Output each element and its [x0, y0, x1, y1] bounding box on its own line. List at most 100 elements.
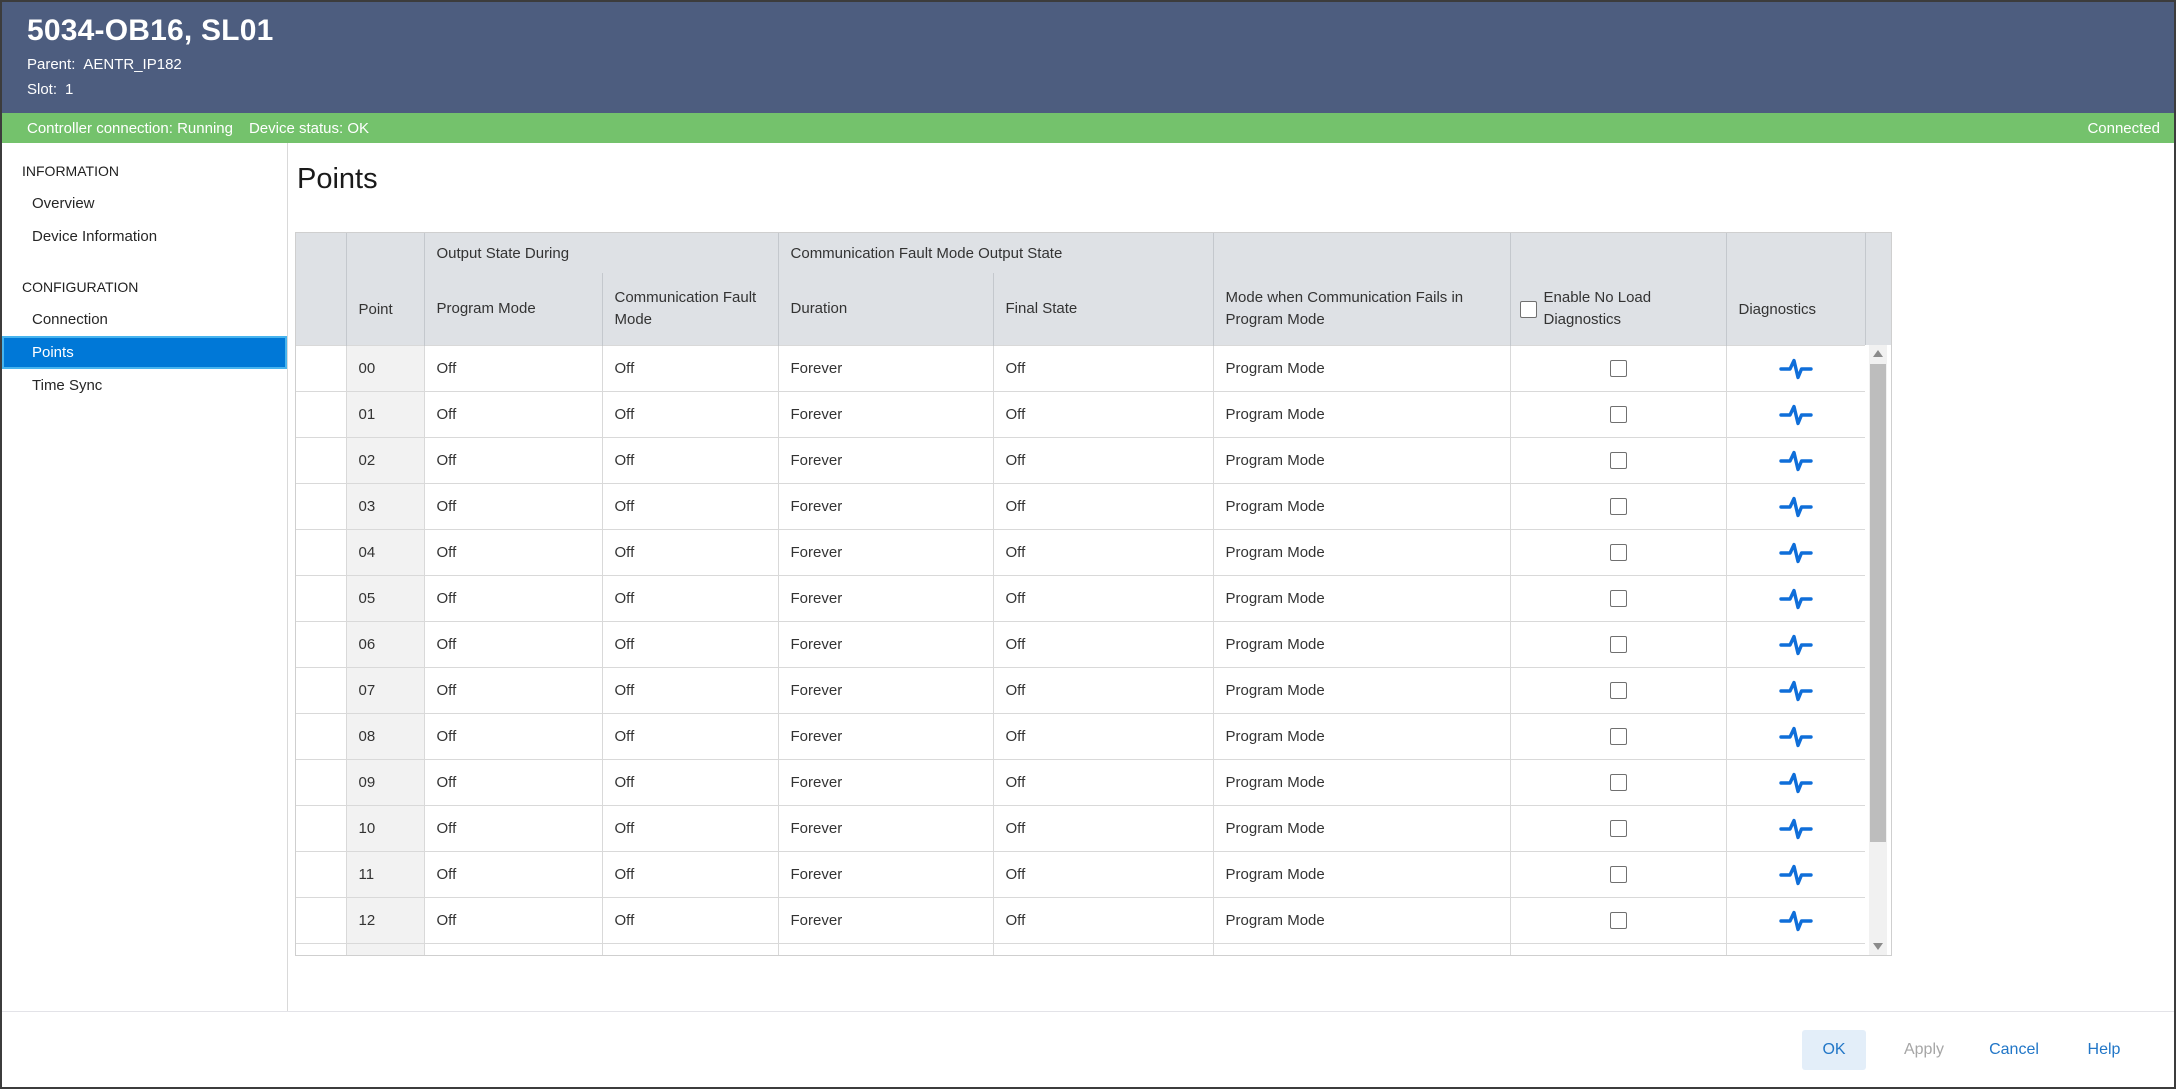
final-state-cell[interactable]: Off: [993, 622, 1213, 668]
scroll-down-button[interactable]: [1869, 938, 1887, 955]
mode-when-comm-fails-cell[interactable]: Program Mode: [1213, 530, 1510, 576]
mode-when-comm-fails-cell[interactable]: Program Mode: [1213, 392, 1510, 438]
duration-cell[interactable]: Forever: [778, 576, 993, 622]
final-state-cell[interactable]: Off: [993, 668, 1213, 714]
point-cell[interactable]: 09: [346, 760, 424, 806]
no-load-checkbox[interactable]: [1610, 360, 1627, 377]
point-cell[interactable]: 12: [346, 898, 424, 944]
mode-when-comm-fails-cell[interactable]: Program Mode: [1213, 346, 1510, 392]
row-selector-cell[interactable]: [296, 576, 346, 622]
diagnostics-icon[interactable]: [1779, 772, 1813, 794]
program-mode-cell[interactable]: Off: [424, 622, 602, 668]
diagnostics-icon[interactable]: [1779, 910, 1813, 932]
diagnostics-icon[interactable]: [1779, 588, 1813, 610]
comm-fault-mode-cell[interactable]: Off: [602, 346, 778, 392]
final-state-cell[interactable]: Off: [993, 346, 1213, 392]
duration-cell[interactable]: Forever: [778, 806, 993, 852]
mode-when-comm-fails-cell[interactable]: Program Mode: [1213, 806, 1510, 852]
no-load-checkbox[interactable]: [1610, 590, 1627, 607]
duration-cell[interactable]: Forever: [778, 714, 993, 760]
duration-cell[interactable]: Forever: [778, 622, 993, 668]
sidebar-item-time-sync[interactable]: Time Sync: [2, 369, 287, 402]
scrollbar-thumb[interactable]: [1870, 364, 1886, 842]
row-selector-cell[interactable]: [296, 392, 346, 438]
comm-fault-mode-cell[interactable]: Off: [602, 806, 778, 852]
program-mode-cell[interactable]: Off: [424, 852, 602, 898]
comm-fault-mode-cell[interactable]: Off: [602, 576, 778, 622]
no-load-checkbox[interactable]: [1610, 866, 1627, 883]
final-state-cell[interactable]: Off: [993, 392, 1213, 438]
program-mode-cell[interactable]: Off: [424, 346, 602, 392]
duration-cell[interactable]: Forever: [778, 898, 993, 944]
point-cell[interactable]: 08: [346, 714, 424, 760]
scrollbar-track[interactable]: [1869, 345, 1887, 955]
row-selector-cell[interactable]: [296, 806, 346, 852]
point-cell[interactable]: 11: [346, 852, 424, 898]
sidebar-item-connection[interactable]: Connection: [2, 303, 287, 336]
program-mode-cell[interactable]: Off: [424, 484, 602, 530]
comm-fault-mode-cell[interactable]: Off: [602, 668, 778, 714]
diagnostics-icon[interactable]: [1779, 956, 1813, 957]
program-mode-cell[interactable]: Off: [424, 760, 602, 806]
final-state-cell[interactable]: Off: [993, 852, 1213, 898]
comm-fault-mode-cell[interactable]: Off: [602, 622, 778, 668]
row-selector-cell[interactable]: [296, 530, 346, 576]
diagnostics-icon[interactable]: [1779, 450, 1813, 472]
no-load-checkbox[interactable]: [1610, 682, 1627, 699]
mode-when-comm-fails-cell[interactable]: Program Mode: [1213, 760, 1510, 806]
duration-cell[interactable]: Forever: [778, 760, 993, 806]
row-selector-cell[interactable]: [296, 438, 346, 484]
diagnostics-icon[interactable]: [1779, 634, 1813, 656]
diagnostics-icon[interactable]: [1779, 864, 1813, 886]
duration-cell[interactable]: Forever: [778, 852, 993, 898]
mode-when-comm-fails-cell[interactable]: Program Mode: [1213, 438, 1510, 484]
comm-fault-mode-cell[interactable]: Off: [602, 944, 778, 957]
program-mode-cell[interactable]: Off: [424, 944, 602, 957]
final-state-cell[interactable]: Off: [993, 438, 1213, 484]
no-load-checkbox[interactable]: [1610, 544, 1627, 561]
diagnostics-icon[interactable]: [1779, 496, 1813, 518]
final-state-cell[interactable]: Off: [993, 944, 1213, 957]
program-mode-cell[interactable]: Off: [424, 438, 602, 484]
no-load-checkbox[interactable]: [1610, 728, 1627, 745]
mode-when-comm-fails-cell[interactable]: Program Mode: [1213, 852, 1510, 898]
point-cell[interactable]: 03: [346, 484, 424, 530]
point-cell[interactable]: 07: [346, 668, 424, 714]
sidebar-item-overview[interactable]: Overview: [2, 187, 287, 220]
diagnostics-icon[interactable]: [1779, 358, 1813, 380]
mode-when-comm-fails-cell[interactable]: Program Mode: [1213, 576, 1510, 622]
diagnostics-icon[interactable]: [1779, 726, 1813, 748]
mode-when-comm-fails-cell[interactable]: Program Mode: [1213, 898, 1510, 944]
diagnostics-icon[interactable]: [1779, 542, 1813, 564]
row-selector-cell[interactable]: [296, 898, 346, 944]
row-selector-cell[interactable]: [296, 346, 346, 392]
diagnostics-icon[interactable]: [1779, 680, 1813, 702]
no-load-checkbox[interactable]: [1610, 820, 1627, 837]
program-mode-cell[interactable]: Off: [424, 576, 602, 622]
row-selector-cell[interactable]: [296, 668, 346, 714]
point-cell[interactable]: 02: [346, 438, 424, 484]
duration-cell[interactable]: Forever: [778, 944, 993, 957]
comm-fault-mode-cell[interactable]: Off: [602, 392, 778, 438]
duration-cell[interactable]: Forever: [778, 346, 993, 392]
duration-cell[interactable]: Forever: [778, 668, 993, 714]
final-state-cell[interactable]: Off: [993, 806, 1213, 852]
point-cell[interactable]: 06: [346, 622, 424, 668]
mode-when-comm-fails-cell[interactable]: Program Mode: [1213, 484, 1510, 530]
comm-fault-mode-cell[interactable]: Off: [602, 530, 778, 576]
program-mode-cell[interactable]: Off: [424, 530, 602, 576]
program-mode-cell[interactable]: Off: [424, 668, 602, 714]
no-load-checkbox[interactable]: [1610, 452, 1627, 469]
no-load-checkbox[interactable]: [1610, 498, 1627, 515]
sidebar-item-points[interactable]: Points: [2, 336, 287, 369]
row-selector-cell[interactable]: [296, 622, 346, 668]
mode-when-comm-fails-cell[interactable]: Program Mode: [1213, 714, 1510, 760]
point-cell[interactable]: 04: [346, 530, 424, 576]
no-load-checkbox[interactable]: [1610, 636, 1627, 653]
comm-fault-mode-cell[interactable]: Off: [602, 898, 778, 944]
final-state-cell[interactable]: Off: [993, 576, 1213, 622]
point-cell[interactable]: 05: [346, 576, 424, 622]
program-mode-cell[interactable]: Off: [424, 806, 602, 852]
row-selector-cell[interactable]: [296, 760, 346, 806]
help-button[interactable]: Help: [2072, 1030, 2136, 1070]
